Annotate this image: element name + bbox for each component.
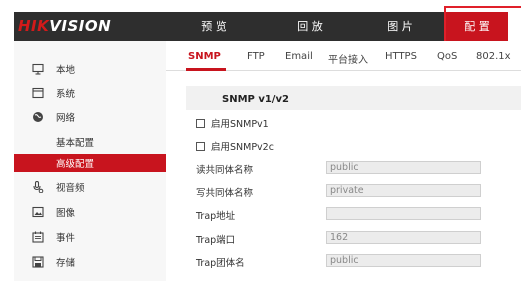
active-tab-underline [186, 68, 226, 71]
write-community-label: 写共同体名称 [196, 188, 254, 199]
tab-snmp[interactable]: SNMP [188, 51, 221, 62]
monitor-icon [32, 63, 44, 75]
sidebar-item-basic-config[interactable]: 基本配置 [14, 133, 166, 151]
write-community-input[interactable]: private [326, 184, 481, 197]
nav-preview[interactable]: 预 览 [184, 12, 244, 41]
tab-8021x[interactable]: 802.1x [476, 51, 511, 62]
sidebar-item-event[interactable]: 事件 [14, 228, 166, 246]
logo-vision-text: VISION [49, 17, 112, 35]
enable-snmpv2c-checkbox[interactable] [196, 141, 205, 151]
sidebar-item-label: 网络 [56, 113, 76, 124]
sidebar-item-storage[interactable]: 存储 [14, 253, 166, 271]
sidebar-item-label: 图像 [56, 208, 76, 219]
sidebar-item-system[interactable]: 系统 [14, 84, 166, 102]
sidebar-item-label: 视音频 [56, 183, 85, 194]
trap-community-input[interactable]: public [326, 254, 481, 267]
main-content: SNMP FTP Email 平台接入 HTTPS QoS 802.1x SNM… [166, 41, 521, 281]
tab-email[interactable]: Email [285, 51, 313, 62]
enable-snmpv2c-label: 启用SNMPv2c [211, 142, 274, 153]
trap-community-label: Trap团体名 [196, 258, 245, 269]
enable-snmpv1-row: 启用SNMPv1 [196, 116, 269, 130]
section-title: SNMP v1/v2 [222, 94, 289, 105]
read-community-input[interactable]: public [326, 161, 481, 174]
sidebar-item-label: 高级配置 [56, 159, 95, 170]
sidebar-item-network[interactable]: 网络 [14, 108, 166, 126]
trap-address-input[interactable] [326, 207, 481, 220]
image-icon [32, 206, 44, 218]
sidebar: 本地 系统 网络 基本配置 高级配置 视音频 图像 事件 存储 [14, 41, 166, 281]
globe-icon [32, 111, 44, 123]
sidebar-item-image[interactable]: 图像 [14, 203, 166, 221]
tab-qos[interactable]: QoS [437, 51, 457, 62]
trap-address-label: Trap地址 [196, 211, 236, 222]
calendar-icon [32, 231, 44, 243]
enable-snmpv1-checkbox[interactable] [196, 118, 205, 128]
sidebar-item-label: 事件 [56, 233, 76, 244]
sidebar-item-label: 系统 [56, 89, 76, 100]
nav-playback[interactable]: 回 放 [280, 12, 340, 41]
video-audio-icon [32, 181, 44, 193]
sidebar-item-local[interactable]: 本地 [14, 60, 166, 78]
tab-bar: SNMP FTP Email 平台接入 HTTPS QoS 802.1x [166, 41, 521, 71]
sidebar-item-label: 存储 [56, 258, 76, 269]
tab-platform-access[interactable]: 平台接入 [328, 51, 368, 66]
trap-port-label: Trap端口 [196, 235, 236, 246]
top-navigation-bar: HIKVISION 预 览 回 放 图 片 配 置 [14, 12, 508, 41]
enable-snmpv1-label: 启用SNMPv1 [211, 119, 269, 130]
trap-port-input[interactable]: 162 [326, 231, 481, 244]
nav-picture[interactable]: 图 片 [370, 12, 430, 41]
sidebar-item-label: 基本配置 [56, 138, 95, 149]
sidebar-item-video-audio[interactable]: 视音频 [14, 178, 166, 196]
tab-ftp[interactable]: FTP [247, 51, 265, 62]
storage-icon [32, 256, 44, 268]
sidebar-item-advanced-config[interactable]: 高级配置 [14, 154, 166, 172]
tab-https[interactable]: HTTPS [385, 51, 417, 62]
logo-hik-text: HIK [18, 17, 50, 35]
hikvision-logo: HIKVISION [18, 17, 111, 35]
sidebar-item-label: 本地 [56, 65, 76, 76]
system-icon [32, 87, 44, 99]
read-community-label: 读共同体名称 [196, 165, 254, 176]
enable-snmpv2c-row: 启用SNMPv2c [196, 139, 274, 153]
